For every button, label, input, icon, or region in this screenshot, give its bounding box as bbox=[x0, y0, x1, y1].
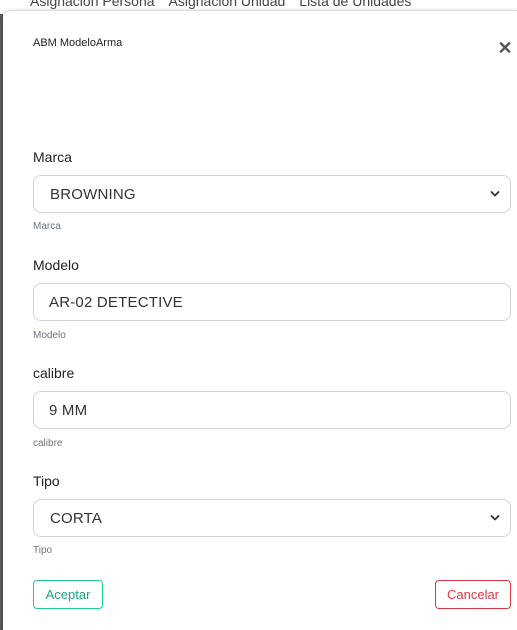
modelo-help-text: Modelo bbox=[33, 330, 66, 341]
marca-select[interactable]: BROWNING bbox=[33, 175, 511, 213]
marca-select-value: BROWNING bbox=[50, 185, 136, 203]
marca-label: Marca bbox=[33, 149, 72, 165]
accept-button[interactable]: Aceptar bbox=[33, 580, 103, 609]
modal-title: ABM ModeloArma bbox=[33, 37, 123, 49]
cancel-button[interactable]: Cancelar bbox=[435, 580, 511, 609]
calibre-input-value: 9 MM bbox=[49, 401, 88, 419]
modelo-label: Modelo bbox=[33, 257, 79, 273]
marca-help-text: Marca bbox=[33, 221, 61, 232]
background-tabs: Asignación Persona Asignación Unidad Lis… bbox=[30, 0, 411, 11]
background-tab: Asignación Persona bbox=[30, 0, 155, 9]
tipo-select[interactable]: CORTA bbox=[33, 499, 511, 537]
background-tab: Asignación Unidad bbox=[168, 0, 286, 9]
calibre-help-text: calibre bbox=[33, 438, 63, 449]
calibre-label: calibre bbox=[33, 365, 75, 381]
close-icon[interactable]: ✕ bbox=[496, 39, 514, 57]
modelo-input-value: AR-02 DETECTIVE bbox=[49, 293, 183, 311]
abm-modal: ABM ModeloArma ✕ Marca BROWNING Marca Mo… bbox=[3, 11, 517, 630]
background-tab: Lista de Unidades bbox=[299, 0, 412, 9]
modelo-input[interactable]: AR-02 DETECTIVE bbox=[33, 283, 511, 321]
calibre-input[interactable]: 9 MM bbox=[33, 391, 511, 429]
tipo-select-value: CORTA bbox=[50, 509, 103, 527]
chevron-down-icon bbox=[490, 191, 500, 197]
chevron-down-icon bbox=[490, 515, 500, 521]
tipo-help-text: Tipo bbox=[33, 545, 53, 556]
tipo-label: Tipo bbox=[33, 473, 60, 489]
